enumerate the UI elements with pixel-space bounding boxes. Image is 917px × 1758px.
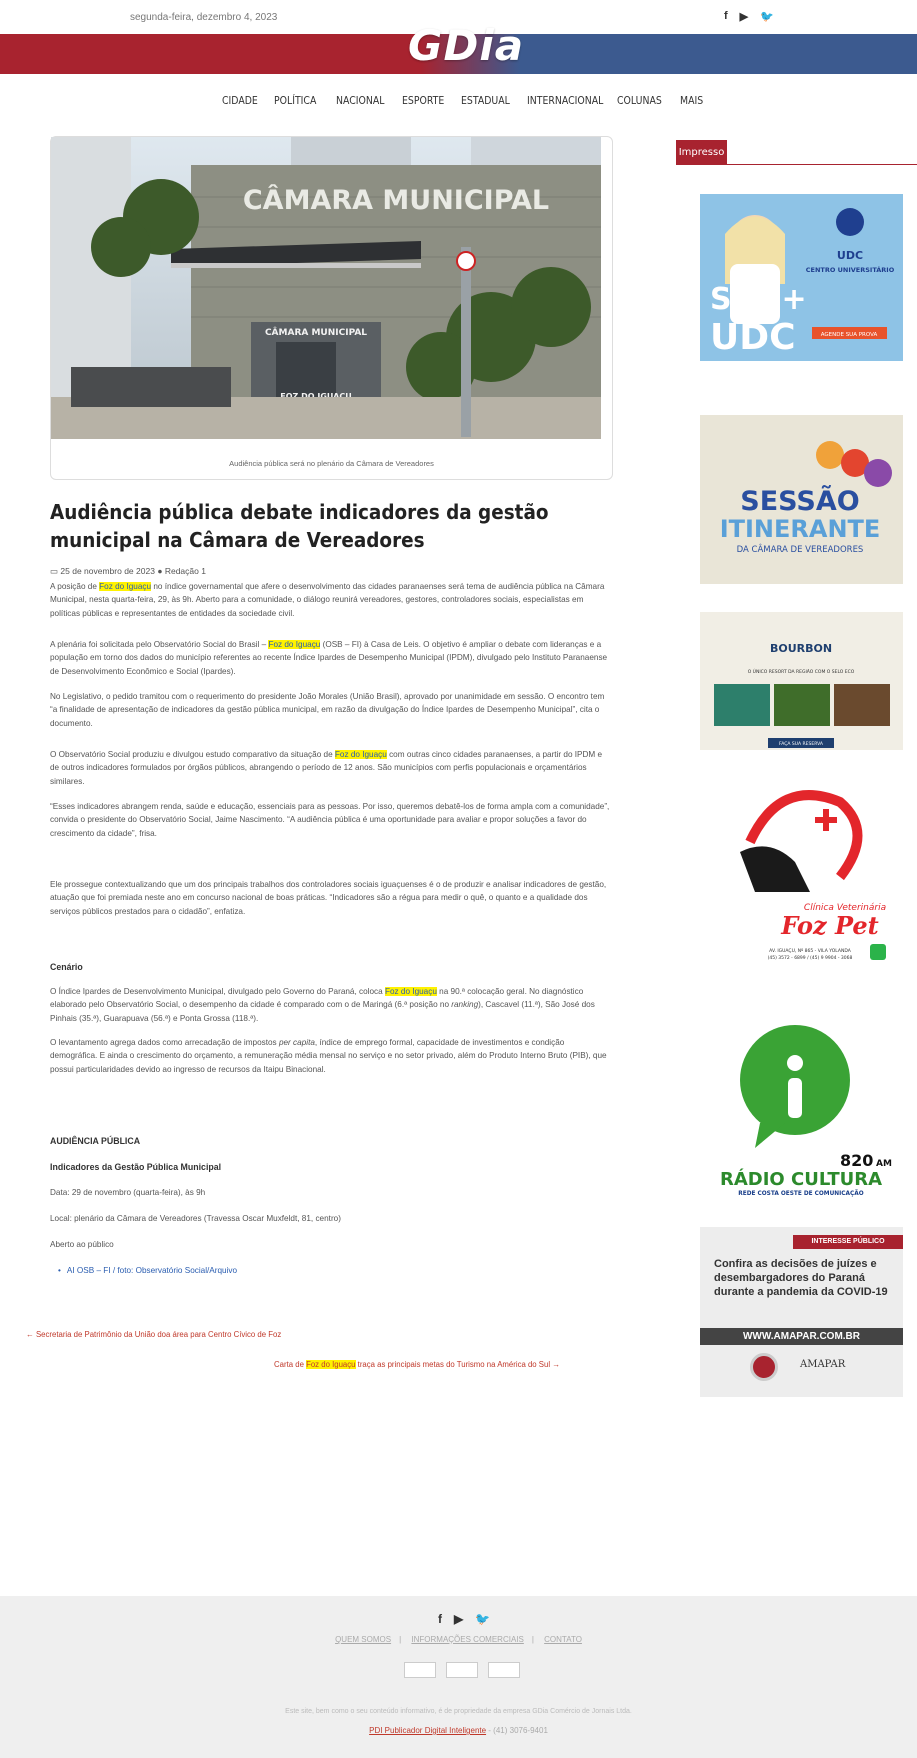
- ad-sessao-itinerante[interactable]: SESSÃO ITINERANTE DA CÂMARA DE VEREADORE…: [700, 415, 903, 584]
- user-icon: ●: [157, 566, 163, 576]
- footer-social-links: f ▶ 🐦: [438, 1612, 490, 1626]
- ad-bourbon[interactable]: BOURBON O ÚNICO RESORT DA REGIÃO COM O S…: [700, 612, 903, 750]
- svg-text:Foz Pet: Foz Pet: [780, 911, 878, 940]
- highlight-link[interactable]: Foz do Iguaçu: [384, 987, 437, 996]
- site-footer: f ▶ 🐦 QUEM SOMOS | INFORMAÇÕES COMERCIAIS…: [0, 1596, 917, 1758]
- svg-text:AGENDE SUA PROVA: AGENDE SUA PROVA: [821, 332, 878, 338]
- footer-badges: [404, 1662, 520, 1678]
- svg-text:ITINERANTE: ITINERANTE: [720, 515, 881, 543]
- footer-credit: PDI Publicador Digital Inteligente - (41…: [0, 1726, 917, 1735]
- article-photo[interactable]: CÂMARA MUNICIPAL CÂMARA MUNICIPAL FOZ DO…: [51, 137, 601, 439]
- event-access: Aberto ao público: [50, 1240, 114, 1249]
- paragraph-4: O Observatório Social produziu e divulgo…: [50, 750, 603, 786]
- footer-links: QUEM SOMOS | INFORMAÇÕES COMERCIAIS | CONT…: [335, 1635, 582, 1644]
- next-post-link[interactable]: Carta de Foz do Iguaçu traça as principa…: [274, 1360, 560, 1369]
- article-date[interactable]: 25 de novembro de 2023: [60, 566, 155, 576]
- svg-text:820: 820: [840, 1151, 873, 1170]
- article-figure: CÂMARA MUNICIPAL CÂMARA MUNICIPAL FOZ DO…: [50, 136, 613, 480]
- broken-image-icon[interactable]: [488, 1662, 520, 1678]
- ad-amapar[interactable]: INTERESSE PÚBLICO Confira as decisões de…: [700, 1227, 903, 1397]
- main-nav: CIDADE POLÍTICA NACIONAL ESPORTE ESTADUA…: [0, 88, 917, 112]
- svg-text:REDE COSTA OESTE DE COMUNICAÇÃ: REDE COSTA OESTE DE COMUNICAÇÃO: [738, 1190, 864, 1197]
- sidebar-heading-rule: [676, 164, 917, 165]
- nav-item-mais[interactable]: MAIS: [680, 94, 703, 107]
- svg-text:SESSÃO: SESSÃO: [740, 485, 859, 517]
- event-location: Local: plenário da Câmara de Vereadores …: [50, 1214, 341, 1223]
- youtube-icon[interactable]: ▶: [454, 1612, 463, 1626]
- footer-link-informacoes[interactable]: INFORMAÇÕES COMERCIAIS: [411, 1635, 523, 1644]
- svg-text:FAÇA SUA RESERVA: FAÇA SUA RESERVA: [779, 741, 824, 747]
- svg-text:SOU+: SOU+: [710, 282, 807, 317]
- pdi-link[interactable]: PDI Publicador Digital Inteligente: [369, 1726, 486, 1735]
- section-heading-cenario: Cenário: [50, 962, 83, 972]
- nav-item-colunas[interactable]: COLUNAS: [617, 94, 662, 107]
- paragraph-7: O Índice Ipardes de Desenvolvimento Muni…: [50, 987, 595, 1023]
- current-date: segunda-feira, dezembro 4, 2023: [130, 12, 278, 23]
- paragraph-8: O levantamento agrega dados como arrecad…: [50, 1038, 607, 1074]
- paragraph-1: A posição de Foz do Iguaçu no índice gov…: [50, 582, 605, 618]
- paragraph-2: A plenária foi solicitada pelo Observató…: [50, 640, 608, 676]
- nav-item-internacional[interactable]: INTERNACIONAL: [527, 94, 603, 107]
- event-date: Data: 29 de novembro (quarta-feira), às …: [50, 1188, 206, 1197]
- photo-sign-small: CÂMARA MUNICIPAL: [265, 326, 367, 338]
- photo-caption: Audiência pública será no plenário da Câ…: [229, 459, 434, 468]
- article-title: Audiência pública debate indicadores da …: [50, 500, 549, 552]
- svg-text:BOURBON: BOURBON: [770, 642, 832, 655]
- svg-text:UDC: UDC: [710, 317, 796, 358]
- svg-text:CENTRO UNIVERSITÁRIO: CENTRO UNIVERSITÁRIO: [806, 265, 895, 274]
- footer-link-contato[interactable]: CONTATO: [544, 1635, 582, 1644]
- facebook-icon[interactable]: f: [438, 1612, 442, 1626]
- broken-image-icon[interactable]: [404, 1662, 436, 1678]
- broken-image-icon[interactable]: [446, 1662, 478, 1678]
- sidebar-heading-impresso[interactable]: Impresso: [676, 140, 727, 165]
- youtube-icon[interactable]: ▶: [740, 10, 748, 23]
- nav-item-esporte[interactable]: ESPORTE: [402, 94, 444, 107]
- highlight-link[interactable]: Foz do Iguaçu: [334, 750, 387, 759]
- article-author[interactable]: Redação 1: [165, 566, 206, 576]
- twitter-icon[interactable]: 🐦: [760, 10, 774, 23]
- footer-copyright: Este site, bem como o seu conteúdo infor…: [285, 1708, 632, 1715]
- svg-text:AM: AM: [876, 1159, 892, 1169]
- paragraph-5: “Esses indicadores abrangem renda, saúde…: [50, 802, 610, 838]
- nav-item-nacional[interactable]: NACIONAL: [336, 94, 384, 107]
- article-meta: ▭ 25 de novembro de 2023 ● Redação 1: [50, 566, 206, 577]
- photo-sign-top: CÂMARA MUNICIPAL: [243, 184, 549, 216]
- top-social-links: f ▶ 🐦: [724, 10, 774, 23]
- facebook-icon[interactable]: f: [724, 10, 728, 23]
- previous-post-link[interactable]: ← Secretaria de Patrimônio da União doa …: [26, 1330, 281, 1339]
- highlight-link[interactable]: Foz do Iguaçu: [99, 582, 152, 591]
- nav-item-politica[interactable]: POLÍTICA: [274, 94, 316, 107]
- svg-text:O ÚNICO RESORT DA REGIÃO COM O: O ÚNICO RESORT DA REGIÃO COM O SELO ECO: [748, 668, 855, 675]
- paragraph-3: No Legislativo, o pedido tramitou com o …: [50, 692, 605, 728]
- section-heading-indicadores: Indicadores da Gestão Pública Municipal: [50, 1162, 222, 1172]
- nav-item-estadual[interactable]: ESTADUAL: [461, 94, 510, 107]
- paragraph-6: Ele prossegue contextualizando que um do…: [50, 880, 607, 916]
- highlight-link[interactable]: Foz do Iguaçu: [268, 640, 321, 649]
- ad-radio-cultura[interactable]: 820 AM RÁDIO CULTURA REDE COSTA OESTE DE…: [700, 1008, 903, 1198]
- ad-udc[interactable]: SOU+ UDC UDC CENTRO UNIVERSITÁRIO AGENDE…: [700, 194, 903, 361]
- svg-text:UDC: UDC: [837, 249, 863, 262]
- svg-text:(45) 3572 - 6899 / (45) 9 9904: (45) 3572 - 6899 / (45) 9 9904 - 3068: [768, 955, 853, 961]
- site-logo[interactable]: GDia: [408, 21, 524, 70]
- svg-text:RÁDIO CULTURA: RÁDIO CULTURA: [720, 1168, 882, 1190]
- ad-foz-pet[interactable]: Clínica Veterinária Foz Pet AV. IGUAÇU, …: [700, 782, 903, 972]
- calendar-icon: ▭: [50, 566, 59, 576]
- twitter-icon[interactable]: 🐦: [475, 1612, 490, 1626]
- footer-phone: - (41) 3076-9401: [488, 1726, 548, 1735]
- svg-text:AV. IGUAÇU, Nº 865 - VILA YOLA: AV. IGUAÇU, Nº 865 - VILA YOLANDA: [769, 948, 852, 954]
- section-heading-audiencia: AUDIÊNCIA PÚBLICA: [50, 1136, 141, 1146]
- nav-item-cidade[interactable]: CIDADE: [222, 94, 258, 107]
- svg-text:DA CÂMARA DE VEREADORES: DA CÂMARA DE VEREADORES: [737, 543, 864, 555]
- footer-link-quem-somos[interactable]: QUEM SOMOS: [335, 1635, 391, 1644]
- attachment-link[interactable]: AI OSB – FI / foto: Observatório Social/…: [58, 1266, 237, 1275]
